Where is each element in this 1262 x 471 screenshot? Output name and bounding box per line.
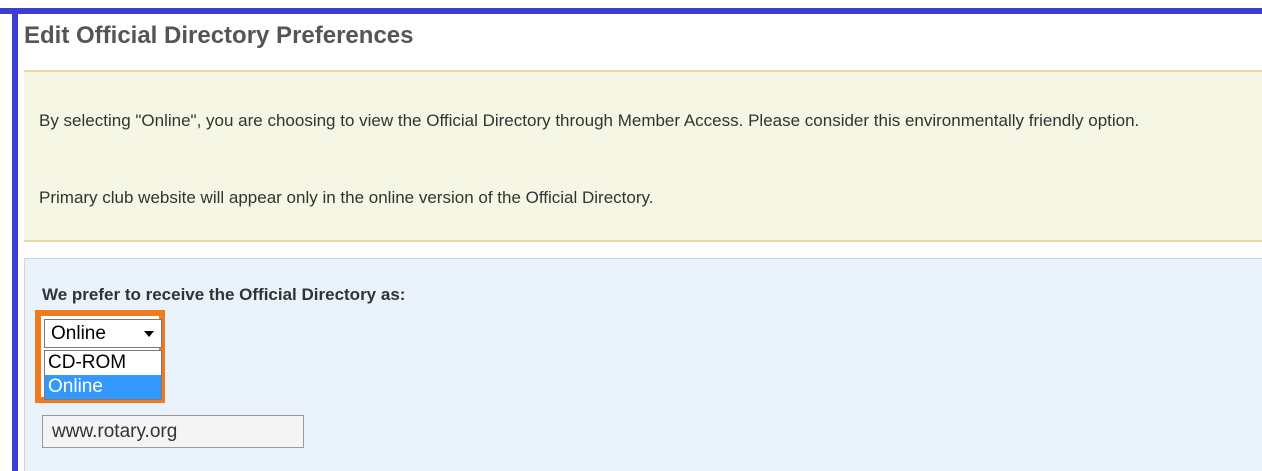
format-options-list: CD-ROM Online: [44, 350, 162, 400]
info-notice: By selecting "Online", you are choosing …: [24, 70, 1262, 242]
chevron-down-icon[interactable]: [144, 331, 154, 337]
option-online[interactable]: Online: [45, 375, 161, 399]
window-frame-left: [12, 8, 18, 471]
page-title: Edit Official Directory Preferences: [24, 22, 414, 49]
window-frame-top: [0, 8, 1262, 14]
option-cd-rom[interactable]: CD-ROM: [45, 351, 161, 375]
dropdown-highlight: Online CD-ROM Online: [35, 310, 165, 403]
format-select-value: Online: [51, 323, 106, 344]
notice-website-text: Primary club website will appear only in…: [39, 188, 654, 207]
notice-online-text: By selecting "Online", you are choosing …: [39, 111, 1140, 130]
preference-label: We prefer to receive the Official Direct…: [42, 285, 406, 304]
format-select[interactable]: Online: [44, 319, 162, 348]
club-website-input[interactable]: [42, 415, 304, 448]
directory-preference-form: We prefer to receive the Official Direct…: [24, 258, 1262, 471]
